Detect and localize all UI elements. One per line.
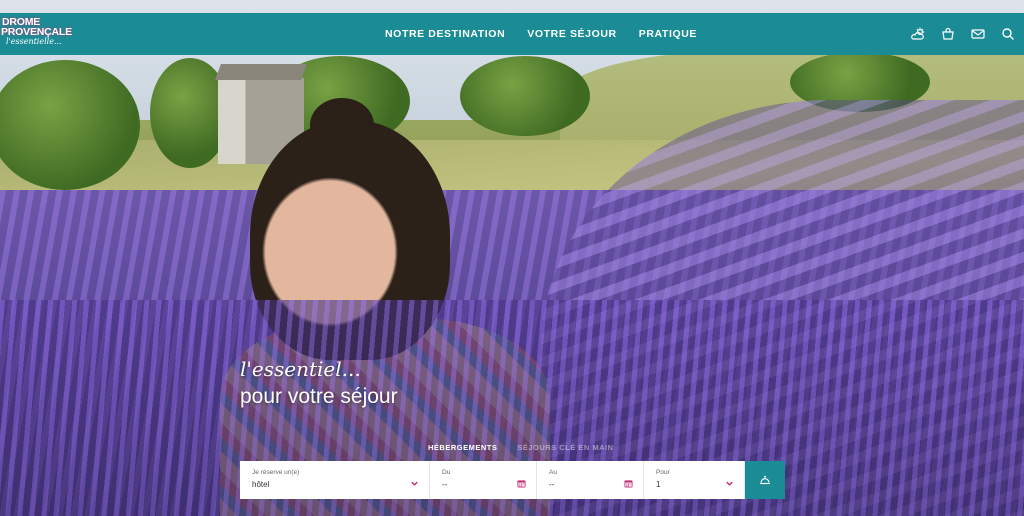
mail-icon[interactable] <box>970 26 986 42</box>
hero-tagline-line2: pour votre séjour <box>240 385 398 408</box>
basket-icon[interactable] <box>940 26 956 42</box>
accommodation-type-select[interactable]: Je réserve un(e) hôtel <box>240 461 430 499</box>
nav-item-notre-destination[interactable]: NOTRE DESTINATION <box>385 28 505 40</box>
calendar-icon <box>517 480 526 488</box>
guests-value: 1 <box>656 480 661 489</box>
search-tabs: HÉBERGEMENTS SÉJOURS CLÉ EN MAIN <box>428 443 614 452</box>
site-header: DROME PROVENÇALE l'essentielle... NOTRE … <box>0 13 1024 55</box>
top-strip <box>0 0 1024 13</box>
guests-label: Pour <box>656 469 670 476</box>
accommodation-type-value: hôtel <box>252 480 270 489</box>
nav-item-pratique[interactable]: PRATIQUE <box>639 28 697 40</box>
date-to-value: -- <box>549 480 555 489</box>
header-icons <box>910 13 1016 55</box>
date-from-field[interactable]: Du -- <box>430 461 537 499</box>
accommodation-type-label: Je réserve un(e) <box>252 469 300 476</box>
hero-tagline-line1: l'essentiel... <box>240 357 361 381</box>
date-from-value: -- <box>442 480 448 489</box>
main-nav: NOTRE DESTINATION VOTRE SÉJOUR PRATIQUE <box>385 13 697 55</box>
service-bell-icon <box>760 475 770 485</box>
date-to-label: Au <box>549 469 557 476</box>
logo-tagline: l'essentielle... <box>6 37 62 46</box>
calendar-icon <box>624 480 633 488</box>
logo-line2: PROVENÇALE <box>1 26 72 38</box>
chevron-down-icon <box>726 481 733 486</box>
hero-shade <box>0 0 1024 516</box>
booking-search-form: Je réserve un(e) hôtel Du -- Au -- Pour … <box>240 461 785 499</box>
search-icon[interactable] <box>1000 26 1016 42</box>
tab-hebergements[interactable]: HÉBERGEMENTS <box>428 443 497 452</box>
site-logo[interactable]: DROME PROVENÇALE l'essentielle... <box>0 17 72 51</box>
date-from-label: Du <box>442 469 451 476</box>
guests-select[interactable]: Pour 1 <box>644 461 745 499</box>
search-submit-button[interactable] <box>745 461 785 499</box>
weather-icon[interactable] <box>910 26 926 42</box>
date-to-field[interactable]: Au -- <box>537 461 644 499</box>
nav-item-votre-sejour[interactable]: VOTRE SÉJOUR <box>527 28 616 40</box>
chevron-down-icon <box>411 481 418 486</box>
hero-image <box>0 0 1024 516</box>
tab-sejours-cle-en-main[interactable]: SÉJOURS CLÉ EN MAIN <box>517 443 613 452</box>
